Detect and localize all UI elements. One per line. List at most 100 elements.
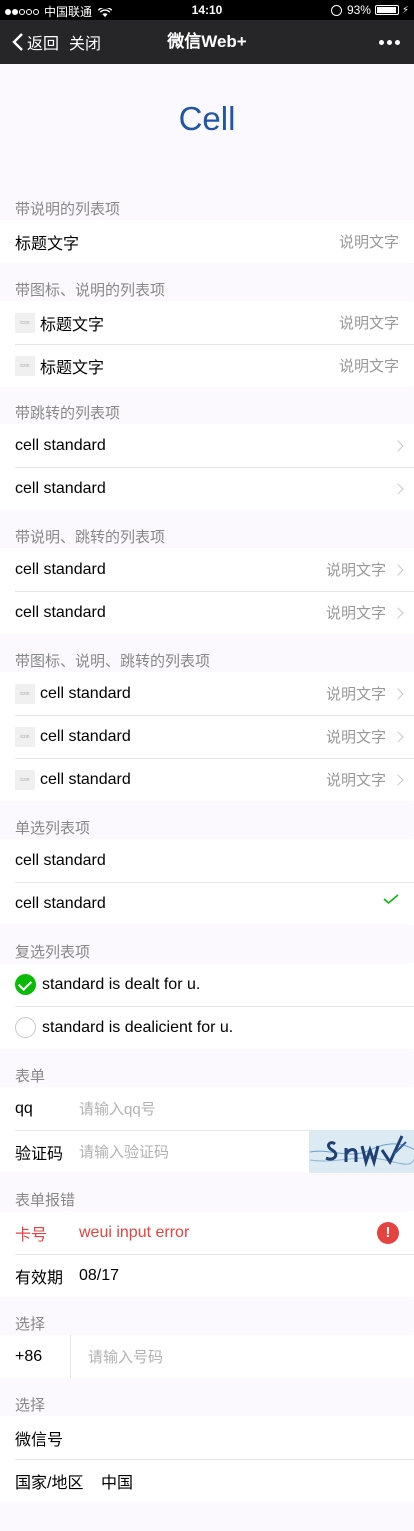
chevron-right-icon	[392, 563, 404, 576]
section-title: 表单报错	[15, 1192, 76, 1209]
chevron-left-icon	[12, 33, 23, 51]
placeholder-icon: icon	[15, 726, 35, 747]
cell-desc: 说明文字	[338, 315, 399, 332]
form-row: qq 请输入qq号	[0, 1087, 414, 1130]
battery-percent: 93%	[346, 3, 371, 17]
select-row[interactable]: 微信号	[0, 1416, 414, 1459]
country-label: 国家/地区	[15, 1474, 84, 1492]
cell-desc: 说明文字	[325, 729, 386, 746]
link-cell[interactable]: cell standard	[0, 424, 414, 467]
link-cell[interactable]: cell standard 说明文字	[0, 548, 414, 591]
cell-title: 标题文字	[40, 359, 105, 377]
checkbox-label: standard is dealt for u.	[42, 975, 201, 993]
cell-title: cell standard	[15, 436, 106, 454]
form-row: +86 请输入号码	[0, 1335, 414, 1378]
section-title: 选择	[15, 1397, 46, 1414]
list-item: icon 标题文字 说明文字	[0, 301, 414, 344]
section-title: 带跳转的列表项	[15, 405, 121, 422]
list-item: icon 标题文字 说明文字	[0, 344, 414, 387]
link-cell[interactable]: icon cell standard 说明文字	[0, 758, 414, 801]
section-title: 带图标、说明的列表项	[15, 282, 166, 299]
cell-title: cell standard	[15, 479, 106, 497]
placeholder-icon: icon	[15, 312, 35, 333]
section-title: 带图标、说明、跳转的列表项	[15, 653, 211, 670]
radio-label: cell standard	[15, 894, 106, 912]
wechat-label: 微信号	[15, 1431, 64, 1449]
cell-title: cell standard	[40, 727, 131, 745]
country-value[interactable]: 中国	[101, 1469, 133, 1493]
more-button[interactable]	[376, 20, 400, 64]
captcha-image[interactable]	[309, 1130, 414, 1173]
chevron-right-icon	[392, 606, 404, 619]
placeholder-icon: icon	[15, 355, 35, 376]
checkbox-unchecked-icon[interactable]	[15, 1017, 36, 1038]
section-title: 选择	[15, 1316, 46, 1333]
cell-desc: 说明文字	[325, 605, 386, 622]
section-title: 带说明、跳转的列表项	[15, 529, 166, 546]
link-cell[interactable]: icon cell standard 说明文字	[0, 672, 414, 715]
code-input[interactable]: 请输入验证码	[79, 1141, 169, 1162]
section-title: 带说明的列表项	[15, 201, 121, 218]
qq-input[interactable]: 请输入qq号	[79, 1098, 156, 1119]
checkbox-item[interactable]: standard is dealicient for u.	[0, 1006, 414, 1049]
cell-desc: 说明文字	[325, 772, 386, 789]
battery-fill	[376, 7, 396, 13]
link-cell[interactable]: cell standard	[0, 467, 414, 510]
more-dot	[395, 39, 400, 45]
more-dot	[387, 39, 392, 45]
country-code-select[interactable]: +86	[15, 1335, 71, 1378]
card-input[interactable]: weui input error	[79, 1224, 189, 1242]
chevron-right-icon	[392, 687, 404, 700]
page-title: Cell	[178, 100, 236, 137]
checkmark-icon	[383, 894, 399, 904]
radio-item[interactable]: cell standard	[0, 839, 414, 882]
checkbox-item[interactable]: standard is dealt for u.	[0, 963, 414, 1006]
section-title: 复选列表项	[15, 944, 91, 961]
placeholder-icon: icon	[15, 683, 35, 704]
chevron-right-icon	[392, 773, 404, 786]
form-row-error: 卡号 weui input error !	[0, 1211, 414, 1254]
select-row[interactable]: 国家/地区 中国	[0, 1459, 414, 1502]
expiry-input[interactable]: 08/17	[79, 1267, 119, 1285]
battery-icon	[374, 5, 399, 15]
form-row: 验证码 请输入验证码	[0, 1130, 414, 1173]
cell-title: 标题文字	[15, 235, 80, 253]
section-title: 表单	[15, 1068, 46, 1085]
nav-title: 微信Web+	[167, 32, 247, 51]
cell-desc: 说明文字	[325, 686, 386, 703]
list-item: 标题文字 说明文字	[0, 220, 414, 263]
radio-label: cell standard	[15, 851, 106, 869]
radio-item-selected[interactable]: cell standard	[0, 882, 414, 925]
link-cell[interactable]: cell standard 说明文字	[0, 591, 414, 634]
more-dot	[379, 39, 384, 45]
nav-bar: 返回 关闭 微信Web+	[0, 20, 414, 64]
phone-input[interactable]: 请输入号码	[88, 1346, 163, 1367]
cell-title: cell standard	[15, 560, 106, 578]
section-title: 单选列表项	[15, 820, 91, 837]
cell-title: cell standard	[40, 684, 131, 702]
chevron-right-icon	[392, 730, 404, 743]
checkbox-label: standard is dealicient for u.	[42, 1018, 234, 1036]
card-label: 卡号	[15, 1226, 48, 1244]
cell-desc: 说明文字	[325, 562, 386, 579]
form-row: 有效期 08/17	[0, 1254, 414, 1297]
placeholder-icon: icon	[15, 769, 35, 790]
warning-icon: !	[377, 1222, 399, 1244]
qq-label: qq	[15, 1099, 33, 1117]
rotation-lock-icon	[330, 4, 342, 16]
back-label: 返回	[27, 36, 60, 53]
checkbox-checked-icon[interactable]	[15, 974, 36, 995]
cell-desc: 说明文字	[338, 358, 399, 375]
charging-icon: ⚡	[401, 4, 409, 16]
expiry-label: 有效期	[15, 1269, 64, 1287]
chevron-right-icon	[392, 439, 404, 452]
close-button[interactable]: 关闭	[69, 20, 101, 64]
cell-title: cell standard	[40, 770, 131, 788]
cell-desc: 说明文字	[338, 234, 399, 251]
back-button[interactable]: 返回	[12, 20, 59, 64]
link-cell[interactable]: icon cell standard 说明文字	[0, 715, 414, 758]
status-bar: 中国联通 14:10 93% ⚡	[0, 0, 414, 20]
code-label: 验证码	[15, 1145, 64, 1163]
cell-title: 标题文字	[40, 316, 105, 334]
cell-title: cell standard	[15, 603, 106, 621]
